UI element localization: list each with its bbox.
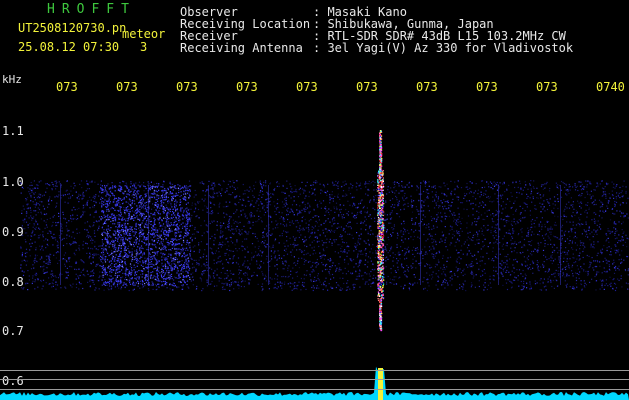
freq-tick: 0.8 — [2, 275, 24, 289]
freq-tick: 0.9 — [2, 225, 24, 239]
noise-field — [20, 180, 629, 292]
spectrogram-plot — [0, 130, 629, 400]
baseline-top — [0, 370, 629, 371]
time-grid — [60, 185, 561, 285]
freq-tick: 1.1 — [2, 124, 24, 138]
freq-tick: 1.0 — [2, 175, 24, 189]
meteor-echo — [377, 130, 385, 332]
baseline-mid — [0, 379, 629, 380]
freq-unit: kHz — [2, 73, 22, 86]
freq-tick: 0.6 — [2, 374, 24, 388]
freq-tick: 0.7 — [2, 324, 24, 338]
baseline-bottom — [0, 389, 629, 390]
signal-trace — [0, 366, 629, 400]
